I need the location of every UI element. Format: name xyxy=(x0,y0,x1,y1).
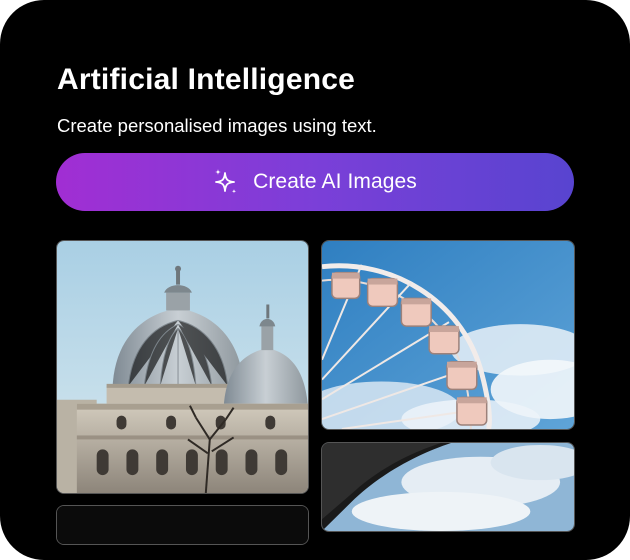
dark-photo xyxy=(57,506,308,544)
create-ai-images-label: Create AI Images xyxy=(253,170,417,193)
palace-dome-photo xyxy=(57,241,308,493)
sky-clouds-photo xyxy=(322,443,574,531)
gallery-image-palace[interactable] xyxy=(56,240,309,494)
gallery-image-sky[interactable] xyxy=(321,442,575,532)
section-subtitle: Create personalised images using text. xyxy=(57,115,377,136)
ai-promo-card: Artificial Intelligence Create personali… xyxy=(0,0,630,560)
ferris-wheel-photo xyxy=(322,241,574,429)
gallery-image-dark[interactable] xyxy=(56,505,309,545)
create-ai-images-button[interactable]: Create AI Images xyxy=(56,153,574,211)
sparkles-icon xyxy=(213,167,239,197)
gallery-image-ferris-wheel[interactable] xyxy=(321,240,575,430)
section-title: Artificial Intelligence xyxy=(57,63,356,96)
